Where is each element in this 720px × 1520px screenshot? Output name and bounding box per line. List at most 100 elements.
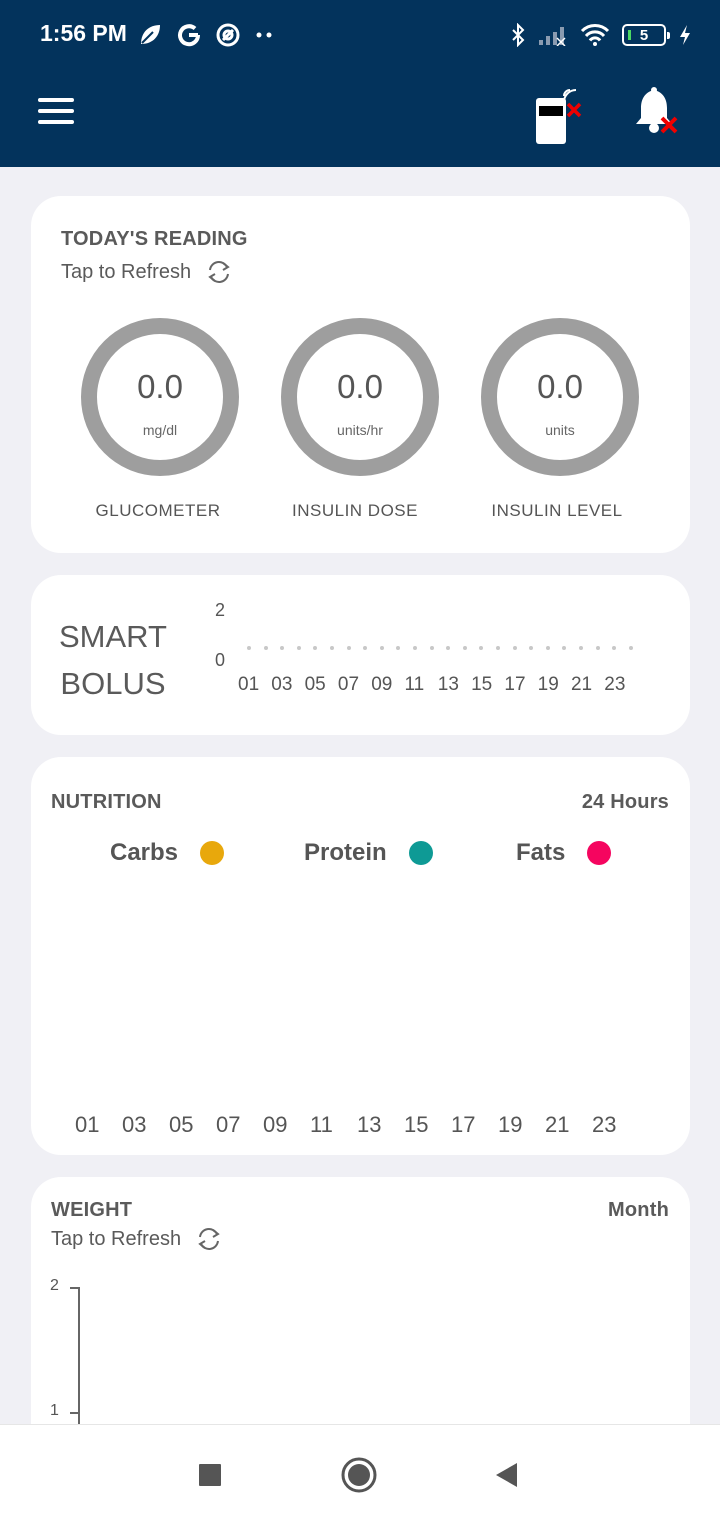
at-icon	[216, 23, 240, 47]
bolus-point	[247, 646, 251, 650]
wifi-icon	[580, 24, 610, 46]
bolus-point	[628, 646, 633, 650]
bolus-y-tick: 0	[215, 650, 226, 670]
bolus-x-tick: 21	[570, 674, 593, 695]
refresh-button[interactable]: Tap to Refresh	[61, 258, 233, 286]
back-button[interactable]	[486, 1455, 526, 1495]
weight-refresh-button[interactable]: Tap to Refresh	[51, 1225, 223, 1253]
nutrition-x-tick: 11	[310, 1112, 333, 1137]
status-icons-right: 5	[510, 20, 692, 50]
refresh-icon	[208, 261, 230, 283]
bolus-x-tick: 13	[437, 674, 459, 695]
nutrition-x-tick: 01	[75, 1112, 100, 1137]
weight-y-tick: 2	[50, 1277, 59, 1294]
bolus-point	[346, 646, 351, 650]
bolus-point	[263, 646, 268, 650]
nutrition-x-tick: 03	[122, 1112, 147, 1137]
protein-dot	[408, 841, 433, 865]
weight-title: WEIGHT	[51, 1199, 133, 1221]
menu-icon-bar	[38, 98, 74, 102]
bolus-x-tick: 11	[404, 674, 425, 695]
menu-icon-bar	[38, 109, 74, 113]
nutrition-x-tick: 09	[263, 1112, 288, 1137]
bolus-point	[496, 646, 500, 650]
todays-reading-title: TODAY'S READING	[61, 228, 248, 250]
menu-button[interactable]	[38, 98, 74, 126]
google-icon	[178, 24, 201, 47]
charging-icon	[680, 25, 690, 45]
bolus-point	[363, 646, 368, 650]
nutrition-x-tick: 13	[357, 1112, 382, 1137]
refresh-label: Tap to Refresh	[61, 260, 192, 283]
gauge-unit: mg/dl	[142, 422, 178, 438]
bolus-point	[330, 646, 334, 650]
weight-y-tick: 1	[50, 1402, 59, 1419]
bolus-point	[413, 646, 417, 650]
bolus-x-tick: 07	[337, 674, 360, 695]
bolus-x-tick: 19	[537, 674, 559, 695]
weight-range[interactable]: Month	[608, 1199, 669, 1222]
bolus-x-tick: 05	[304, 674, 326, 695]
nutrition-card: NUTRITION 24 Hours Carbs Protein Fats 01…	[31, 757, 690, 1155]
battery-level: 5	[639, 26, 649, 44]
smart-bolus-title-line1: SMART	[59, 619, 167, 654]
bell-off-icon[interactable]	[632, 86, 682, 136]
insulin-level-gauge: 0.0 units	[481, 318, 639, 476]
bolus-x-tick: 09	[371, 674, 393, 695]
bolus-point	[579, 646, 583, 650]
nutrition-title: NUTRITION	[51, 791, 162, 813]
bolus-x-tick: 15	[471, 674, 493, 695]
legend-protein: Protein	[304, 839, 433, 867]
recents-button[interactable]	[190, 1455, 230, 1495]
nutrition-x-tick: 19	[498, 1112, 523, 1137]
bluetooth-icon	[512, 23, 525, 47]
signal-icon	[539, 27, 566, 46]
gauge-unit: units/hr	[337, 422, 383, 438]
legend-label: Fats	[516, 839, 566, 866]
bolus-point	[429, 646, 434, 650]
bolus-x-tick: 01	[238, 674, 260, 695]
bolus-x-tick: 03	[271, 674, 293, 695]
refresh-icon	[198, 1228, 220, 1250]
glucometer-label: GLUCOMETER	[95, 501, 221, 520]
bolus-point	[512, 646, 517, 650]
nutrition-x-tick: 23	[592, 1112, 617, 1137]
weight-tick-mark	[70, 1287, 80, 1289]
refresh-label: Tap to Refresh	[51, 1227, 182, 1250]
nutrition-x-tick: 05	[169, 1112, 194, 1137]
device-disconnected-icon[interactable]	[532, 86, 588, 146]
status-bar: 1:56 PM 5	[0, 0, 720, 68]
todays-reading-card: TODAY'S READING Tap to Refresh 0.0 mg/dl…	[31, 196, 690, 553]
bolus-point	[595, 646, 600, 650]
nutrition-x-tick: 21	[545, 1112, 570, 1137]
gauge-value: 0.0	[137, 368, 183, 405]
legend-fats: Fats	[516, 839, 612, 867]
home-button[interactable]	[339, 1455, 379, 1495]
legend-label: Protein	[304, 839, 387, 866]
insulin-dose-gauge: 0.0 units/hr	[281, 318, 439, 476]
nutrition-x-tick: 15	[404, 1112, 429, 1137]
nutrition-x-tick: 17	[451, 1112, 476, 1137]
triangle-back-icon	[496, 1463, 517, 1487]
gauges-row: 0.0 mg/dl 0.0 units/hr 0.0 units	[31, 318, 690, 478]
gauge-value: 0.0	[537, 368, 583, 405]
battery-icon: 5	[622, 24, 670, 46]
bolus-point	[296, 646, 301, 650]
smart-bolus-title-line2: BOLUS	[60, 666, 166, 701]
bolus-point	[396, 646, 401, 650]
bolus-point	[529, 646, 534, 650]
menu-icon-bar	[38, 120, 74, 124]
bolus-point	[379, 646, 384, 650]
legend-carbs: Carbs	[110, 839, 225, 867]
status-icons-left	[137, 20, 275, 50]
carbs-dot	[200, 841, 225, 865]
bolus-point	[462, 646, 467, 650]
status-time: 1:56 PM	[40, 20, 127, 46]
nutrition-x-tick: 07	[216, 1112, 241, 1137]
bolus-point	[446, 646, 451, 650]
app-bar	[0, 68, 720, 167]
bolus-point	[612, 646, 617, 650]
bolus-x-tick: 17	[504, 674, 526, 695]
bolus-x-tick: 23	[604, 674, 626, 695]
nutrition-range[interactable]: 24 Hours	[582, 791, 669, 814]
